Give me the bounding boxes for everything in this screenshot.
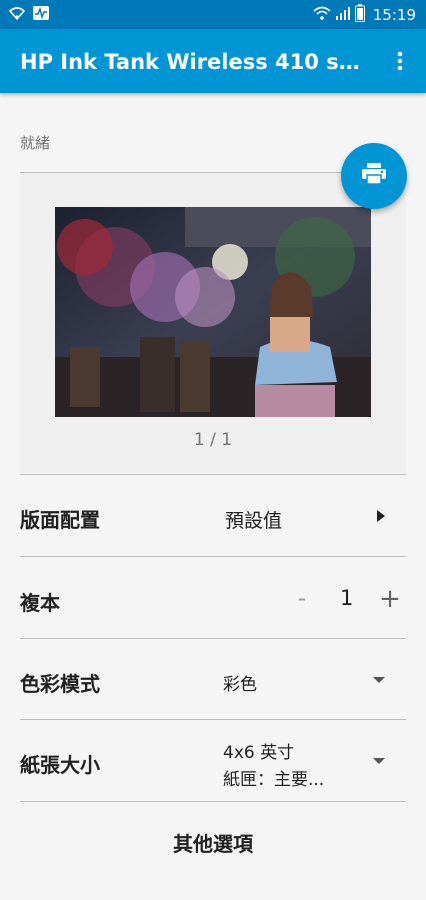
activity-icon xyxy=(32,5,50,25)
paper-size-select[interactable]: 4x6 英寸 xyxy=(223,738,294,763)
wifi-icon xyxy=(8,5,26,25)
chevron-down-icon[interactable] xyxy=(373,677,385,683)
status-bar: 15:19 xyxy=(0,0,426,29)
copies-label: 複本 xyxy=(20,591,60,615)
layout-value[interactable]: 預設值 xyxy=(225,506,282,533)
print-button[interactable] xyxy=(341,143,407,209)
divider xyxy=(20,801,406,802)
decrement-button[interactable]: - xyxy=(287,584,317,612)
status-time: 15:19 xyxy=(372,6,416,24)
signal-icon xyxy=(335,5,351,25)
color-mode-label: 色彩模式 xyxy=(20,672,100,696)
printer-title: HP Ink Tank Wireless 410 serie... xyxy=(20,50,368,74)
preview-photo xyxy=(55,207,371,417)
page-indicator: 1 / 1 xyxy=(193,430,233,450)
app-bar: HP Ink Tank Wireless 410 serie... xyxy=(0,29,426,93)
print-icon xyxy=(361,162,387,190)
battery-icon xyxy=(354,4,365,26)
more-options-button[interactable]: 其他選項 xyxy=(0,828,426,857)
color-mode-select[interactable]: 彩色 xyxy=(223,670,257,695)
copies-value[interactable]: 1 xyxy=(340,586,353,610)
more-vert-icon[interactable] xyxy=(388,49,412,73)
increment-button[interactable]: + xyxy=(375,584,405,614)
chevron-down-icon[interactable] xyxy=(373,758,385,764)
divider xyxy=(20,719,406,720)
divider xyxy=(20,474,406,475)
divider xyxy=(20,638,406,639)
paper-tray-value[interactable]: 紙匣：主要... xyxy=(223,765,324,790)
divider xyxy=(20,556,406,557)
paper-size-label: 紙張大小 xyxy=(20,753,100,777)
chevron-right-icon[interactable] xyxy=(377,510,385,522)
wifi-icon xyxy=(313,5,331,25)
layout-label: 版面配置 xyxy=(20,508,100,532)
printer-status: 就緒 xyxy=(20,134,51,152)
